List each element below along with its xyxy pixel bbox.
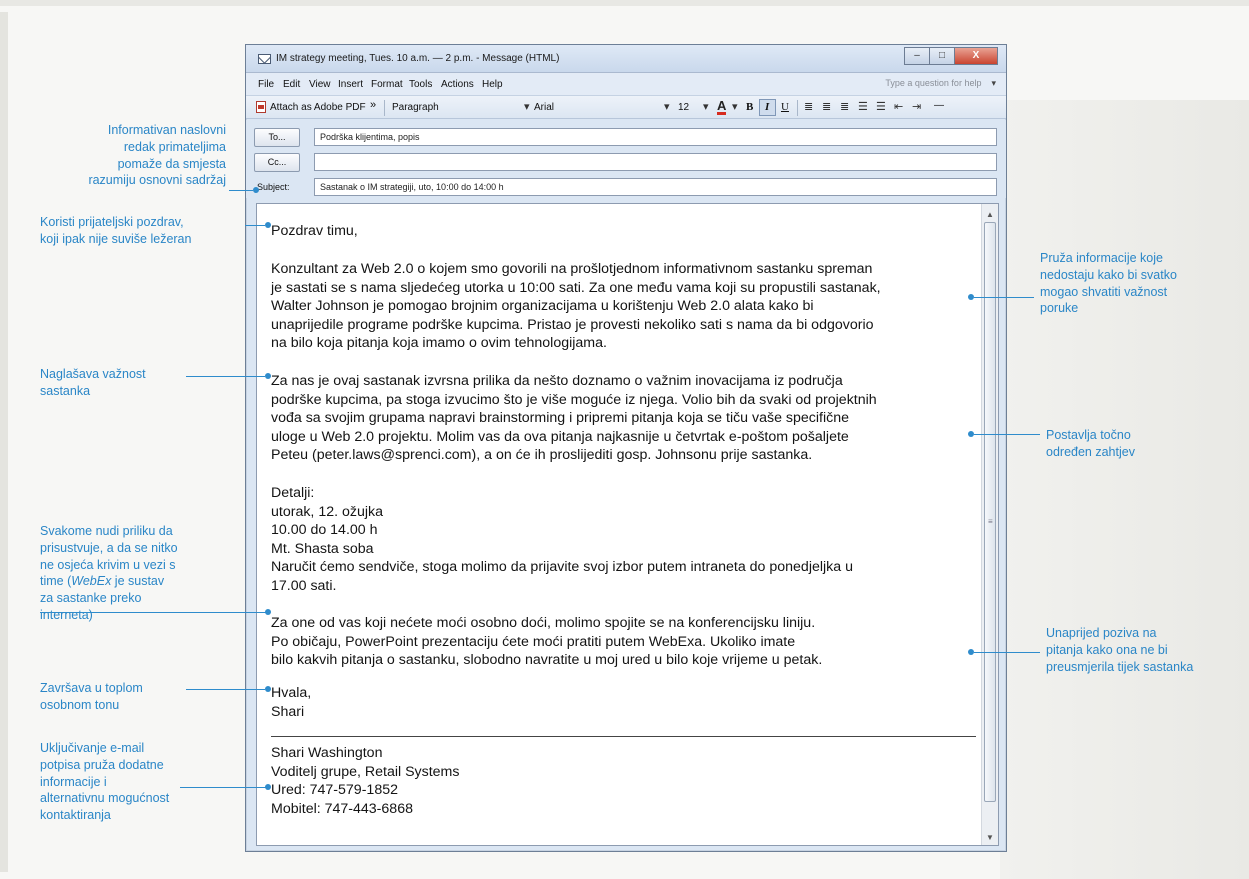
scroll-thumb[interactable]: ≡	[984, 222, 996, 802]
annotation-subject: Informativan naslovni redak primateljima…	[88, 123, 226, 188]
body-paragraph-2: Za nas je ovaj sastanak izvrsna prilika …	[271, 373, 877, 464]
closing-text: Hvala, Shari	[271, 685, 312, 720]
menu-edit[interactable]: Edit	[283, 79, 300, 90]
window-title: IM strategy meeting, Tues. 10 a.m. — 2 p…	[276, 53, 560, 64]
connector-questions	[974, 652, 1040, 653]
annotation-webex-italic: WebEx	[71, 574, 112, 589]
scroll-up-arrow-icon[interactable]: ▲	[984, 206, 996, 220]
style-dropdown[interactable]: Paragraph	[392, 102, 439, 113]
cc-button[interactable]: Cc...	[254, 153, 300, 172]
body-paragraph-1: Konzultant za Web 2.0 o kojem smo govori…	[271, 261, 881, 352]
maximize-button[interactable]: □	[929, 47, 955, 65]
bullet-list-icon[interactable]: ☰	[876, 100, 886, 113]
connector-dot	[265, 609, 271, 615]
align-right-icon[interactable]: ≣	[840, 100, 849, 113]
connector-webex	[40, 612, 266, 613]
align-left-icon[interactable]: ≣	[804, 100, 813, 113]
chevron-down-icon[interactable]: ▾	[703, 100, 709, 113]
attach-pdf-button[interactable]: Attach as Adobe PDF	[270, 102, 366, 113]
greeting-text: Pozdrav timu,	[271, 223, 358, 239]
connector-importance	[186, 376, 265, 377]
envelope-icon	[258, 54, 271, 64]
vertical-scrollbar[interactable]: ▲ ≡ ▼	[981, 204, 998, 845]
menu-help[interactable]: Help	[482, 79, 503, 90]
connector-closing	[186, 689, 265, 690]
italic-button[interactable]: I	[765, 101, 769, 113]
annotation-closing: Završava u toplom osobnom tonu	[40, 681, 143, 712]
horizontal-line-button[interactable]: —	[934, 100, 944, 111]
connector-dot	[265, 222, 271, 228]
message-header: To... Podrška klijentima, popis Cc... Su…	[246, 120, 1006, 198]
connector-greeting	[245, 225, 265, 226]
annotation-info: Pruža informacije koje nedostaju kako bi…	[1040, 251, 1177, 316]
bold-button[interactable]: B	[746, 101, 753, 113]
connector-subject	[229, 190, 253, 191]
page-top-edge	[0, 0, 1249, 6]
minimize-button[interactable]: –	[904, 47, 930, 65]
connector-signature	[180, 787, 266, 788]
annotation-webex: Svakome nudi priliku da prisustvuje, a d…	[40, 523, 240, 624]
page-left-edge	[0, 12, 8, 872]
connector-info	[974, 297, 1034, 298]
page-background-text-area	[1000, 100, 1249, 879]
decrease-indent-icon[interactable]: ⇤	[894, 100, 903, 113]
font-dropdown[interactable]: Arial	[534, 102, 554, 113]
font-size-dropdown[interactable]: 12	[678, 102, 689, 113]
signature-divider	[271, 736, 976, 737]
font-color-button[interactable]: A	[717, 99, 727, 115]
menu-actions[interactable]: Actions	[441, 79, 474, 90]
subject-label: Subject:	[257, 182, 290, 192]
annotation-importance: Naglašava važnost sastanka	[40, 367, 146, 398]
subject-field[interactable]: Sastanak o IM strategiji, uto, 10:00 do …	[314, 178, 997, 196]
connector-dot	[265, 784, 271, 790]
connector-dot	[265, 686, 271, 692]
increase-indent-icon[interactable]: ⇥	[912, 100, 921, 113]
meeting-details: Detalji: utorak, 12. ožujka 10.00 do 14.…	[271, 485, 853, 594]
help-search-box[interactable]: Type a question for help	[885, 78, 996, 89]
connector-dot	[265, 373, 271, 379]
toolbar-separator	[384, 100, 385, 116]
menu-format[interactable]: Format	[371, 79, 403, 90]
connector-request	[974, 434, 1040, 435]
close-button[interactable]: X	[954, 47, 998, 65]
window-controls: – □ X	[904, 47, 998, 65]
grip-icon: ≡	[988, 517, 993, 526]
cc-field[interactable]	[314, 153, 997, 171]
menu-file[interactable]: File	[258, 79, 274, 90]
to-field[interactable]: Podrška klijentima, popis	[314, 128, 997, 146]
annotation-signature: Uključivanje e-mail potpisa pruža dodatn…	[40, 741, 170, 823]
signature-block: Shari Washington Voditelj grupe, Retail …	[271, 745, 460, 817]
body-paragraph-3: Za one od vas koji nećete moći osobno do…	[271, 615, 823, 669]
connector-dot	[253, 187, 259, 193]
message-body[interactable]: Pozdrav timu, Konzultant za Web 2.0 o ko…	[256, 203, 999, 846]
scroll-down-arrow-icon[interactable]: ▼	[984, 829, 996, 843]
annotation-request: Postavlja točno određen zahtjev	[1046, 428, 1135, 459]
menu-bar: File Edit View Insert Format Tools Actio…	[246, 73, 1006, 95]
toolbar-separator	[797, 100, 798, 116]
numbered-list-icon[interactable]: ☰	[858, 100, 868, 113]
align-center-icon[interactable]: ≣	[822, 100, 831, 113]
menu-tools[interactable]: Tools	[409, 79, 432, 90]
pdf-icon	[256, 101, 266, 113]
toolbar-overflow-button[interactable]: »	[370, 99, 376, 111]
formatting-toolbar: Attach as Adobe PDF » Paragraph ▾ Arial …	[246, 95, 1006, 119]
menu-insert[interactable]: Insert	[338, 79, 363, 90]
chevron-down-icon[interactable]: ▾	[732, 100, 738, 113]
to-button[interactable]: To...	[254, 128, 300, 147]
annotation-questions: Unaprijed poziva na pitanja kako ona ne …	[1046, 626, 1194, 674]
chevron-down-icon[interactable]: ▾	[664, 100, 670, 113]
title-bar[interactable]: IM strategy meeting, Tues. 10 a.m. — 2 p…	[246, 45, 1006, 73]
menu-view[interactable]: View	[309, 79, 331, 90]
chevron-down-icon[interactable]: ▾	[524, 100, 530, 113]
message-window: IM strategy meeting, Tues. 10 a.m. — 2 p…	[245, 44, 1007, 852]
underline-button[interactable]: U	[781, 101, 789, 113]
annotation-greeting: Koristi prijateljski pozdrav, koji ipak …	[40, 215, 192, 246]
